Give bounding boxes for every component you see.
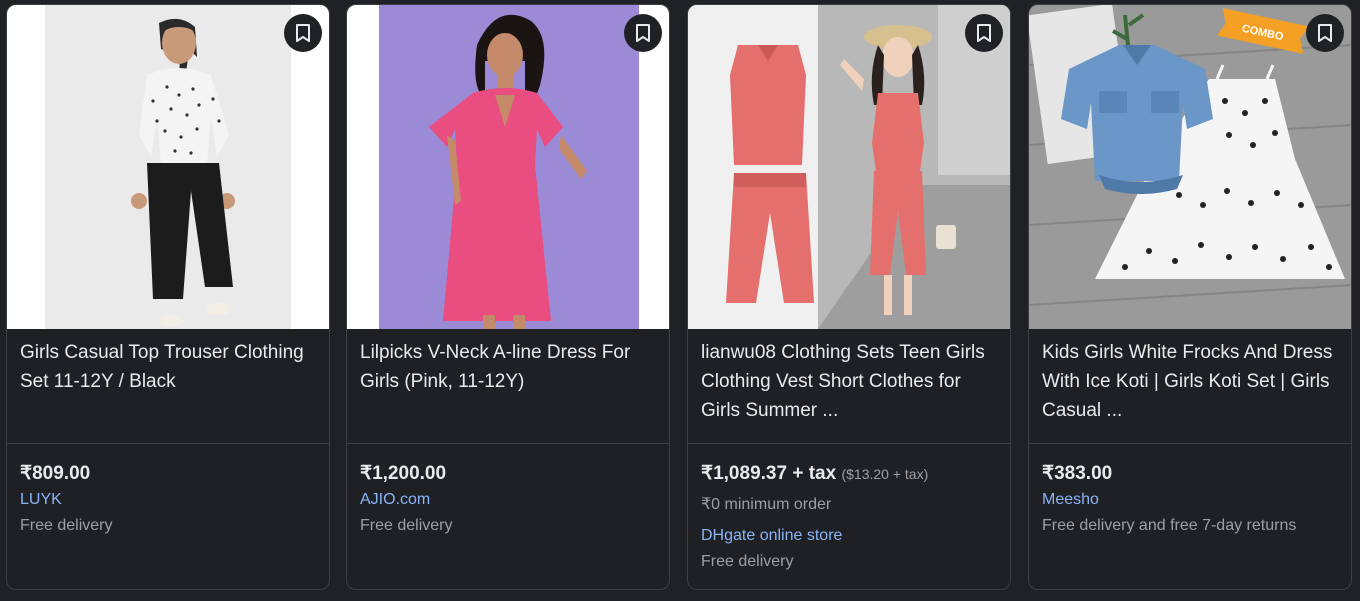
divider — [688, 443, 1010, 444]
bookmark-button[interactable] — [1306, 14, 1344, 52]
bookmark-button[interactable] — [965, 14, 1003, 52]
product-card[interactable]: Lilpicks V-Neck A-line Dress For Girls (… — [346, 4, 670, 590]
product-price: ₹383.00 — [1042, 463, 1113, 484]
product-price: ₹1,200.00 — [360, 463, 447, 484]
delivery-info: Free delivery and free 7-day returns — [1042, 517, 1297, 534]
min-order: ₹0 minimum order — [701, 496, 832, 513]
bookmark-button[interactable] — [624, 14, 662, 52]
product-card[interactable]: COMBO Kids Girls White Frocks And Dress … — [1028, 4, 1352, 590]
delivery-info: Free delivery — [360, 517, 453, 534]
bookmark-icon — [1318, 24, 1332, 42]
product-title[interactable]: lianwu08 Clothing Sets Teen Girls Clothi… — [701, 338, 999, 425]
divider — [7, 443, 329, 444]
product-image[interactable] — [688, 5, 1010, 329]
product-title[interactable]: Girls Casual Top Trouser Clothing Set 11… — [20, 338, 318, 396]
product-card[interactable]: lianwu08 Clothing Sets Teen Girls Clothi… — [687, 4, 1011, 590]
product-price: ₹1,089.37 + tax ($13.20 + tax) — [701, 463, 928, 485]
product-price: ₹809.00 — [20, 463, 91, 484]
product-title[interactable]: Kids Girls White Frocks And Dress With I… — [1042, 338, 1340, 425]
bookmark-icon — [977, 24, 991, 42]
price-value: ₹1,089.37 + tax — [701, 463, 837, 484]
product-title[interactable]: Lilpicks V-Neck A-line Dress For Girls (… — [360, 338, 658, 396]
store-link[interactable]: Meesho — [1042, 490, 1099, 510]
delivery-info: Free delivery — [20, 517, 113, 534]
product-image[interactable] — [7, 5, 329, 329]
product-grid: Girls Casual Top Trouser Clothing Set 11… — [0, 0, 1360, 601]
bookmark-icon — [296, 24, 310, 42]
delivery-info: Free delivery — [701, 553, 794, 570]
product-card[interactable]: Girls Casual Top Trouser Clothing Set 11… — [6, 4, 330, 590]
store-link[interactable]: DHgate online store — [701, 526, 842, 546]
divider — [1029, 443, 1351, 444]
store-link[interactable]: LUYK — [20, 490, 62, 510]
price-secondary: ($13.20 + tax) — [841, 466, 929, 482]
bookmark-button[interactable] — [284, 14, 322, 52]
store-link[interactable]: AJIO.com — [360, 490, 430, 510]
product-image[interactable]: COMBO — [1029, 5, 1351, 329]
product-image[interactable] — [347, 5, 669, 329]
divider — [347, 443, 669, 444]
bookmark-icon — [636, 24, 650, 42]
